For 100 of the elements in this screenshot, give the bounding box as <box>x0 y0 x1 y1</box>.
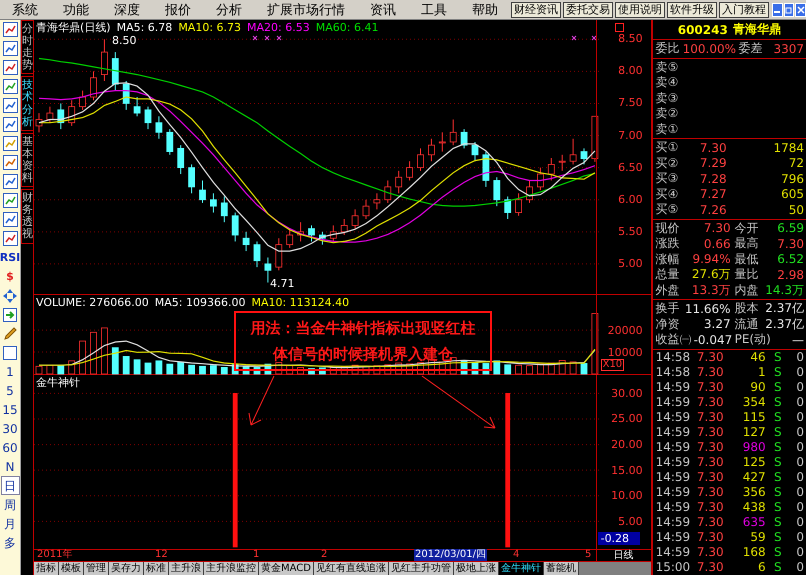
toolbar-button[interactable]: 委托交易 <box>563 2 613 18</box>
toolbar-button[interactable]: 软件升级 <box>667 2 717 18</box>
period-button[interactable]: N <box>0 457 20 476</box>
trade-side: S <box>772 485 782 499</box>
close-button[interactable] <box>795 2 806 16</box>
indicator-tab[interactable]: 金牛神针 <box>498 562 544 575</box>
indicator-tab[interactable]: 黄金MACD <box>259 562 314 575</box>
indicator-value: MA10: 6.73 <box>178 21 242 34</box>
toolbar-button[interactable]: 使用说明 <box>615 2 665 18</box>
period-button[interactable]: 30 <box>0 419 20 438</box>
bar <box>220 368 228 375</box>
field-value: 0.66 <box>702 236 731 251</box>
field-value: 7.30 <box>702 221 731 236</box>
trade-volume: 59 <box>749 530 766 544</box>
trade-side: S <box>772 560 782 574</box>
trade-volume: 90 <box>749 380 766 394</box>
indicator-tab[interactable]: 主升浪 <box>169 562 204 575</box>
bar <box>101 328 108 375</box>
date-label: 5 <box>584 549 592 562</box>
trade-time: 14:59 <box>656 425 690 439</box>
trade-price: 7.30 <box>696 545 724 559</box>
trade-time: 14:59 <box>656 515 690 529</box>
close-icon <box>796 6 805 14</box>
bar <box>504 364 512 375</box>
bar <box>166 364 174 375</box>
candlestick <box>79 90 86 110</box>
indicator-value: MA60: 6.41 <box>316 21 378 34</box>
candlestick <box>438 132 446 152</box>
trade-time: 14:59 <box>656 395 690 409</box>
bar <box>199 366 206 375</box>
candlestick <box>210 192 217 214</box>
period-button[interactable]: 日 <box>0 476 20 495</box>
candlestick <box>188 164 195 194</box>
dollar-label[interactable]: $ <box>6 267 14 286</box>
trade-count-text: 0 <box>795 485 804 499</box>
candlestick <box>90 70 97 101</box>
indicator-tab[interactable]: 见红有直线追涨 <box>314 562 389 575</box>
candlestick <box>101 38 108 82</box>
menu-item[interactable]: 功能 <box>51 0 102 18</box>
minimize-button[interactable] <box>772 2 783 16</box>
period-button[interactable]: 15 <box>0 400 20 419</box>
menu-item[interactable]: 深度 <box>102 0 153 18</box>
axis-tick-label: 7.50 <box>618 97 643 110</box>
restore-button[interactable] <box>784 2 794 16</box>
rsi-label[interactable]: RSI <box>0 248 20 267</box>
date-label: 2011年 <box>36 549 74 562</box>
indicator-tab[interactable]: 管理 <box>84 562 109 575</box>
arrow-icon[interactable] <box>3 308 17 322</box>
indicator-tab[interactable]: 见红主升功管 <box>388 562 454 575</box>
indicator-tab[interactable]: 指标 <box>34 562 59 575</box>
indicator-tab[interactable]: 模板 <box>59 562 84 575</box>
field-value: 13.3万 <box>690 282 731 299</box>
view-tab[interactable]: 基本资料 <box>21 132 33 188</box>
period-button[interactable]: 周 <box>0 495 20 514</box>
indicator-tab[interactable]: 极地上涨 <box>454 562 499 575</box>
chart-icon[interactable] <box>2 231 18 246</box>
pencil-icon[interactable] <box>3 326 17 340</box>
trade-count-text: 0 <box>795 365 804 379</box>
candlestick <box>580 148 588 165</box>
trade-side: S <box>772 410 782 424</box>
trade-side: S <box>772 545 782 559</box>
bar <box>46 365 54 375</box>
toolbar-button[interactable]: 入门教程 <box>719 2 769 18</box>
axis-tick-label: 15.00 <box>611 464 643 477</box>
stock-name: 青海华鼎 <box>732 21 781 38</box>
indicator-tab[interactable]: 主升浪监控 <box>204 562 259 575</box>
menu-item[interactable]: 扩展市场行情 <box>255 0 358 18</box>
menu-item[interactable]: 分析 <box>204 0 255 18</box>
period-button[interactable]: 月 <box>0 514 20 533</box>
view-tab[interactable]: 技术分析 <box>21 76 33 131</box>
period-button[interactable]: 60 <box>0 438 20 457</box>
menu-item[interactable]: 报价 <box>153 0 204 18</box>
indicator-tab[interactable]: 吴存力 <box>109 562 144 575</box>
menu-item[interactable]: 系统 <box>0 0 51 18</box>
period-button[interactable]: 1 <box>0 362 20 381</box>
line-chart-icon[interactable] <box>2 60 18 75</box>
period-button[interactable]: 5 <box>0 381 20 400</box>
period-button[interactable]: 多 <box>0 533 20 552</box>
indicator-tab[interactable]: 蓄能机 <box>544 562 579 575</box>
trade-volume: 438 <box>742 500 766 514</box>
trade-time: 14:59 <box>656 485 690 499</box>
candlestick <box>166 128 174 156</box>
view-tab[interactable]: 分时走势 <box>21 20 33 74</box>
cursor-date-label: 2012/03/01/四 <box>414 549 488 562</box>
move-arrows-icon[interactable] <box>3 288 17 302</box>
view-tab[interactable]: 财务透视 <box>21 189 33 244</box>
bid-volume: 1784 <box>772 140 804 155</box>
toolbar-button[interactable]: 财经资讯 <box>511 2 561 18</box>
menu-item[interactable]: 资讯 <box>358 0 409 18</box>
trade-count-text: 0 <box>795 425 804 439</box>
ask-label: 卖③ <box>656 90 680 107</box>
indicator-tab[interactable]: 标准 <box>144 562 169 575</box>
trade-price: 7.30 <box>696 395 724 409</box>
menu-item[interactable]: 工具 <box>409 0 460 18</box>
cross-mark-icon <box>264 36 270 40</box>
menu-item[interactable]: 帮助 <box>460 0 511 18</box>
candlestick <box>570 138 576 165</box>
trade-price: 7.30 <box>696 365 724 379</box>
field-value: 2.37亿 <box>764 316 804 333</box>
candlestick <box>374 192 380 210</box>
